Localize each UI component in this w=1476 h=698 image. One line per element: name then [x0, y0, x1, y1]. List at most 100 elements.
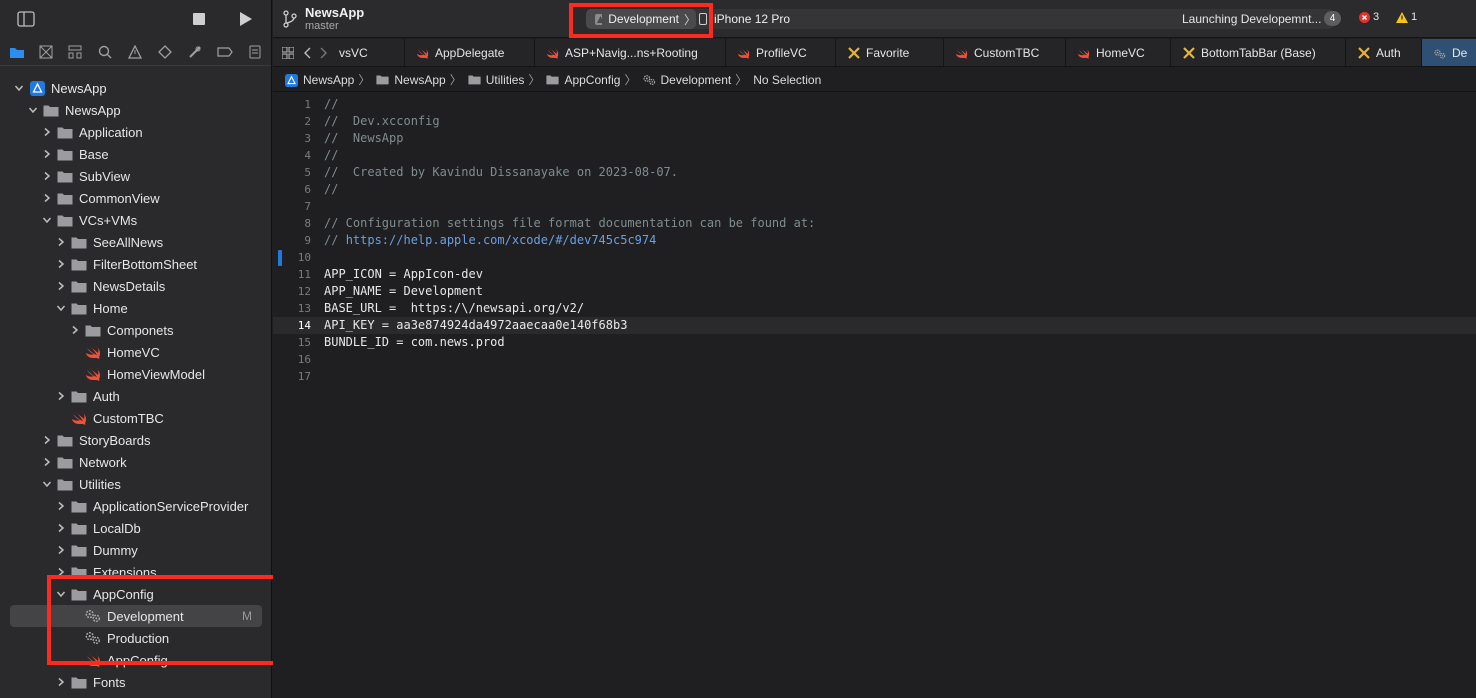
breadcrumb-newsapp[interactable]: NewsApp: [285, 73, 354, 87]
sidebar-item-auth[interactable]: Auth: [0, 385, 272, 407]
sidebar-item-seeallnews[interactable]: SeeAllNews: [0, 231, 272, 253]
tab-appdelegate[interactable]: AppDelegate: [405, 39, 535, 66]
sidebar-item-label: CommonView: [79, 190, 160, 206]
report-navigator-icon[interactable]: [246, 43, 264, 61]
code-line[interactable]: 1 //: [273, 96, 1476, 113]
tab-customtbc[interactable]: CustomTBC: [944, 39, 1066, 66]
code-line[interactable]: 5 // Created by Kavindu Dissanayake on 20…: [273, 164, 1476, 181]
code-line[interactable]: 8 // Configuration settings file format d…: [273, 215, 1476, 232]
chevron-right-icon[interactable]: [55, 280, 67, 292]
sidebar-item-network[interactable]: Network: [0, 451, 272, 473]
tab-profilevc[interactable]: ProfileVC: [726, 39, 836, 66]
code-line[interactable]: 12 APP_NAME = Development: [273, 283, 1476, 300]
chevron-right-icon[interactable]: [55, 544, 67, 556]
warning-indicator[interactable]: 1: [1396, 11, 1417, 23]
chevron-right-icon[interactable]: [55, 500, 67, 512]
sidebar-item-base[interactable]: Base: [0, 143, 272, 165]
code-line[interactable]: 14 API_KEY = aa3e874924da4972aaecaa0e140f…: [273, 317, 1476, 334]
sidebar-item-utilities[interactable]: Utilities: [0, 473, 272, 495]
sidebar-item-vcs-vms[interactable]: VCs+VMs: [0, 209, 272, 231]
chevron-right-icon[interactable]: [69, 324, 81, 336]
chevron-down-icon[interactable]: [55, 302, 67, 314]
sidebar-item-localdb[interactable]: LocalDb: [0, 517, 272, 539]
breakpoint-navigator-icon[interactable]: [216, 43, 234, 61]
sidebar-item-filterbottomsheet[interactable]: FilterBottomSheet: [0, 253, 272, 275]
run-icon[interactable]: [236, 9, 256, 29]
chevron-right-icon[interactable]: [55, 390, 67, 402]
code-line[interactable]: 3 // NewsApp: [273, 130, 1476, 147]
sidebar-item-subview[interactable]: SubView: [0, 165, 272, 187]
sidebar-item-commonview[interactable]: CommonView: [0, 187, 272, 209]
breadcrumb-utilities[interactable]: Utilities: [468, 73, 524, 87]
sidebar-item-application[interactable]: Application: [0, 121, 272, 143]
issue-navigator-icon[interactable]: [126, 43, 144, 61]
tab-de[interactable]: De: [1422, 39, 1476, 66]
chevron-down-icon[interactable]: [41, 214, 53, 226]
symbol-navigator-icon[interactable]: [66, 43, 84, 61]
code-line[interactable]: 2 // Dev.xcconfig: [273, 113, 1476, 130]
grid-icon[interactable]: [282, 47, 294, 59]
code-editor[interactable]: 1 // 2 // Dev.xcconfig 3 // NewsApp 4 // 5 // Cre…: [273, 96, 1476, 698]
sidebar-item-applicationserviceprovider[interactable]: ApplicationServiceProvider: [0, 495, 272, 517]
code-line[interactable]: 7: [273, 198, 1476, 215]
code-line[interactable]: 9 // https://help.apple.com/xcode/#/dev74…: [273, 232, 1476, 249]
code-line[interactable]: 13 BASE_URL = https:/\/newsapi.org/v2/: [273, 300, 1476, 317]
chevron-down-icon[interactable]: [41, 478, 53, 490]
sidebar-item-homevc[interactable]: HomeVC: [0, 341, 272, 363]
chevron-right-icon[interactable]: [55, 236, 67, 248]
tab-favorite[interactable]: Favorite: [836, 39, 944, 66]
stop-icon[interactable]: [189, 9, 209, 29]
sidebar-item-newsdetails[interactable]: NewsDetails: [0, 275, 272, 297]
window-controls: [0, 0, 271, 38]
chevron-down-icon[interactable]: [13, 82, 25, 94]
tab-auth[interactable]: Auth: [1346, 39, 1422, 66]
status-count-badge[interactable]: 4: [1324, 11, 1341, 26]
sidebar-item-storyboards[interactable]: StoryBoards: [0, 429, 272, 451]
toggle-sidebar-icon[interactable]: [16, 9, 36, 29]
code-line[interactable]: 6 //: [273, 181, 1476, 198]
code-line[interactable]: 10: [273, 249, 1476, 266]
chevron-right-icon[interactable]: [41, 192, 53, 204]
debug-navigator-icon[interactable]: [186, 43, 204, 61]
chevron-down-icon[interactable]: [27, 104, 39, 116]
source-control-navigator-icon[interactable]: [37, 43, 55, 61]
sidebar-item-fonts[interactable]: Fonts: [0, 671, 272, 693]
breadcrumb-development[interactable]: Development: [642, 73, 731, 87]
tab-asp-navig-ns-rooting[interactable]: ASP+Navig...ns+Rooting: [535, 39, 726, 66]
code-line[interactable]: 15 BUNDLE_ID = com.news.prod: [273, 334, 1476, 351]
chevron-right-icon[interactable]: [41, 434, 53, 446]
sidebar-item-newsapp[interactable]: NewsApp: [0, 99, 272, 121]
sidebar-item-componets[interactable]: Componets: [0, 319, 272, 341]
chevron-right-icon[interactable]: [41, 148, 53, 160]
tab-bottomtabbar-base-[interactable]: BottomTabBar (Base): [1171, 39, 1346, 66]
breadcrumb-newsapp[interactable]: NewsApp: [376, 73, 446, 87]
chevron-right-icon[interactable]: [55, 258, 67, 270]
breadcrumb-appconfig[interactable]: AppConfig: [546, 73, 620, 87]
code-line[interactable]: 11 APP_ICON = AppIcon-dev: [273, 266, 1476, 283]
sidebar-item-homeviewmodel[interactable]: HomeViewModel: [0, 363, 272, 385]
tab-homevc[interactable]: HomeVC: [1066, 39, 1171, 66]
chevron-right-icon: 〉: [735, 73, 748, 87]
code-line[interactable]: 17: [273, 368, 1476, 385]
back-icon[interactable]: [303, 47, 311, 59]
test-navigator-icon[interactable]: [156, 43, 174, 61]
forward-icon[interactable]: [320, 47, 328, 59]
chevron-right-icon[interactable]: [41, 170, 53, 182]
doc-link[interactable]: https://help.apple.com/xcode/#/dev745c5c…: [346, 233, 657, 247]
folder-navigator-icon[interactable]: [8, 43, 26, 61]
sidebar-item-home[interactable]: Home: [0, 297, 272, 319]
chevron-right-icon[interactable]: [41, 456, 53, 468]
code-line[interactable]: 4 //: [273, 147, 1476, 164]
chevron-right-icon[interactable]: [55, 676, 67, 688]
chevron-right-icon[interactable]: [41, 126, 53, 138]
folder-icon: [57, 213, 73, 227]
chevron-right-icon[interactable]: [55, 522, 67, 534]
error-indicator[interactable]: 3: [1359, 11, 1379, 23]
sidebar-item-newsapp[interactable]: NewsApp: [0, 77, 272, 99]
find-navigator-icon[interactable]: [96, 43, 114, 61]
tab-vsvc[interactable]: vsVC: [329, 39, 405, 66]
sidebar-item-dummy[interactable]: Dummy: [0, 539, 272, 561]
sidebar-item-customtbc[interactable]: CustomTBC: [0, 407, 272, 429]
code-line[interactable]: 16: [273, 351, 1476, 368]
breadcrumb-no-selection[interactable]: No Selection: [753, 73, 821, 87]
